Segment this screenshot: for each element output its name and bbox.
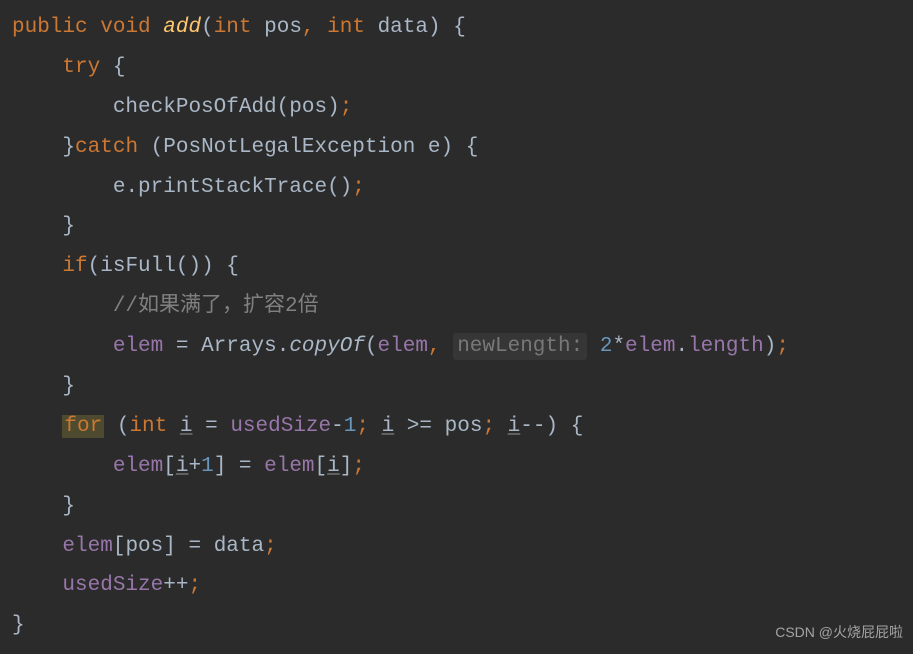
- type-int: int: [327, 16, 365, 39]
- keyword-if: if: [62, 255, 87, 278]
- arr-elem2: elem: [264, 455, 314, 478]
- var-i: i: [180, 415, 193, 438]
- var-data: data: [214, 535, 264, 558]
- var-e: e: [113, 176, 126, 199]
- code-block: public void add(int pos, int data) { try…: [12, 8, 901, 646]
- call-copyof: copyOf: [289, 335, 365, 358]
- var-i3: i: [508, 415, 521, 438]
- call-printstack: printStackTrace: [138, 176, 327, 199]
- call-isfull: isFull: [100, 255, 176, 278]
- class-arrays: Arrays: [201, 335, 277, 358]
- var-pos: pos: [445, 415, 483, 438]
- keyword-try: try: [62, 56, 100, 79]
- op-mult: *: [612, 335, 625, 358]
- watermark-text: CSDN @火烧屁屁啦: [775, 619, 903, 646]
- exception-var: e: [428, 136, 441, 159]
- exception-type: PosNotLegalException: [163, 136, 415, 159]
- field-elem2: elem: [625, 335, 675, 358]
- keyword-void: void: [100, 16, 150, 39]
- literal-1b: 1: [201, 455, 214, 478]
- field-usedsize2: usedSize: [62, 574, 163, 597]
- literal-2: 2: [600, 335, 613, 358]
- param-pos: pos: [264, 16, 302, 39]
- field-usedsize: usedSize: [230, 415, 331, 438]
- idx-i2: i: [327, 455, 340, 478]
- idx-pos: pos: [125, 535, 163, 558]
- type-int2: int: [129, 415, 167, 438]
- idx-i: i: [176, 455, 189, 478]
- method-name: add: [163, 16, 201, 39]
- param-data: data: [378, 16, 428, 39]
- comment-text: //如果满了，扩容2倍: [113, 295, 319, 318]
- var-i2: i: [382, 415, 395, 438]
- keyword-public: public: [12, 16, 88, 39]
- literal-1: 1: [344, 415, 357, 438]
- type-int: int: [214, 16, 252, 39]
- call-checkpos: checkPosOfAdd: [113, 96, 277, 119]
- keyword-for: for: [62, 415, 104, 438]
- prop-length: length: [688, 335, 764, 358]
- field-elem: elem: [113, 335, 163, 358]
- arg-pos: pos: [289, 96, 327, 119]
- arr-elem: elem: [113, 455, 163, 478]
- arr-elem3: elem: [62, 535, 112, 558]
- keyword-catch: catch: [75, 136, 138, 159]
- arg-elem: elem: [378, 335, 428, 358]
- param-hint: newLength:: [453, 333, 587, 360]
